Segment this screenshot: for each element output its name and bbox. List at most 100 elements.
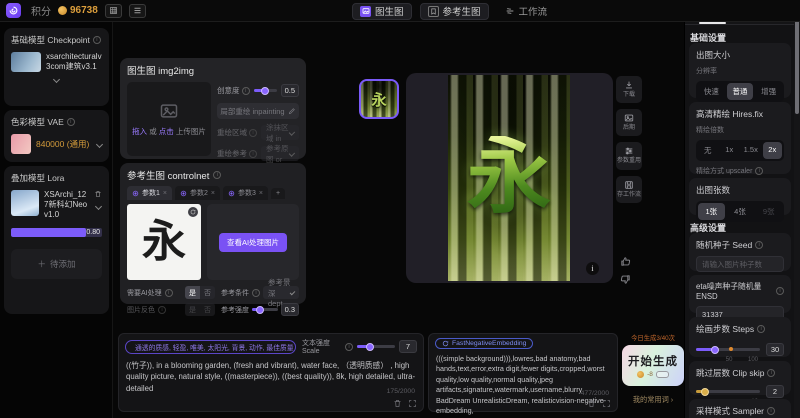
- redraw-area-select[interactable]: 涂抹区域 in: [261, 125, 299, 140]
- image-info-icon[interactable]: i: [586, 262, 599, 275]
- hires-none[interactable]: 无: [698, 142, 718, 159]
- download-button[interactable]: 下载: [616, 76, 642, 103]
- dropzone-click-label[interactable]: 点击: [159, 127, 174, 136]
- vae-thumbnail: [11, 134, 31, 154]
- controlnet-tab-2[interactable]: 参数2×: [175, 186, 220, 200]
- checkpoint-card[interactable]: 基础模型 Checkpoint xsarchitecturalv3com建筑v3…: [4, 28, 109, 106]
- favorite-prompts-link[interactable]: 我的常用词 ›: [622, 395, 684, 405]
- positive-prompt-text[interactable]: ((竹子)), in a blooming garden, (fresh and…: [119, 355, 423, 399]
- steps-card: 绘画步数 Steps 30 50 100: [689, 317, 791, 357]
- hires-2x[interactable]: 2x: [763, 142, 783, 159]
- sliders-icon: [624, 146, 634, 156]
- add-lora-label: 待添加: [50, 258, 76, 270]
- expand-icon[interactable]: [602, 399, 611, 408]
- ref-strength-value: 0.3: [281, 303, 299, 316]
- creativity-value: 0.5: [281, 84, 299, 97]
- info-icon: [767, 369, 775, 377]
- info-icon: [158, 306, 166, 314]
- hires-1x[interactable]: 1x: [720, 142, 740, 159]
- ref-strength-slider[interactable]: [252, 308, 278, 311]
- invert-toggle[interactable]: 是否: [185, 303, 215, 316]
- sampler-card: 采样模式 Sampler 适合多种绘画模式，最: [689, 399, 791, 418]
- chevron-down-icon[interactable]: [96, 140, 103, 147]
- image-upload-dropzone[interactable]: 拖入 或 点击 上传图片: [127, 82, 211, 156]
- tab-img2img[interactable]: 图生图: [352, 3, 412, 20]
- pencil-icon: [288, 107, 296, 115]
- close-icon[interactable]: ×: [259, 190, 263, 197]
- positive-prompt-box: 通透的质感, 轻盈, 唯美, 太阳光, 背景, 动作, 最佳质量 文本强度 Sc…: [118, 333, 424, 412]
- expand-icon[interactable]: [408, 399, 417, 408]
- image-count-segment: 1张 4张 9张: [696, 201, 784, 222]
- reuse-params-button[interactable]: 参数重用: [616, 142, 642, 169]
- menu-icon[interactable]: [129, 4, 146, 18]
- trash-icon[interactable]: [587, 399, 596, 408]
- lora-weight-slider[interactable]: 0.80: [11, 228, 102, 237]
- close-icon[interactable]: ×: [211, 190, 215, 197]
- cfg-scale-slider[interactable]: [357, 345, 395, 348]
- controlnet-tab-3[interactable]: 参数3×: [223, 186, 268, 200]
- inpainting-button[interactable]: 局部重绘 inpainting: [217, 103, 299, 119]
- creativity-slider[interactable]: [254, 89, 277, 92]
- save-workflow-button[interactable]: 存工作流: [616, 176, 642, 203]
- controlnet-tab-add[interactable]: +: [271, 188, 285, 199]
- page-scrollbar[interactable]: [794, 0, 800, 418]
- ref-condition-select[interactable]: 参考景深 dept: [263, 286, 299, 299]
- chevron-down-icon[interactable]: [94, 203, 101, 210]
- yes-option[interactable]: 是: [185, 286, 200, 299]
- resolution-normal[interactable]: 普通: [727, 83, 754, 100]
- no-option[interactable]: 否: [200, 286, 215, 299]
- steps-slider[interactable]: [696, 348, 760, 351]
- seed-input[interactable]: [696, 256, 784, 272]
- grid-view-icon[interactable]: [105, 4, 122, 18]
- thumbs-down-icon[interactable]: [620, 274, 631, 285]
- controlnet-tab-1[interactable]: 参数1×: [127, 186, 172, 200]
- ai-process-toggle[interactable]: 是否: [185, 286, 215, 299]
- add-lora-button[interactable]: ＋ 待添加: [11, 249, 102, 279]
- cfg-scale-knob[interactable]: [366, 343, 374, 351]
- chevron-down-icon[interactable]: [53, 76, 60, 83]
- checkpoint-thumbnail: [11, 52, 41, 72]
- lora-card[interactable]: 叠加模型 Lora XSArchi_127新科幻Neov1.0 0.80 ＋ 待…: [4, 166, 109, 314]
- generated-image[interactable]: 永: [448, 75, 570, 281]
- coin-icon: [637, 371, 644, 378]
- prompt-suggestion-pill[interactable]: 通透的质感, 轻盈, 唯美, 太阳光, 背景, 动作, 最佳质量: [125, 340, 296, 354]
- image-edit-icon: [624, 113, 634, 123]
- trash-icon[interactable]: [94, 190, 102, 198]
- redraw-ref-select[interactable]: 参考原图 or: [261, 146, 299, 161]
- ref-strength-knob[interactable]: [256, 306, 264, 314]
- clip-skip-knob[interactable]: [701, 388, 709, 396]
- download-label: 下载: [623, 92, 635, 99]
- chevron-down-icon: [289, 129, 295, 135]
- generate-button[interactable]: 开始生成 -8: [622, 345, 684, 386]
- close-icon[interactable]: ×: [163, 190, 167, 197]
- vae-card[interactable]: 色彩模型 VAE 840000 (通用): [4, 110, 109, 162]
- thumbs-up-icon[interactable]: [620, 256, 631, 267]
- app-logo-icon[interactable]: [6, 3, 21, 18]
- tab-workflow[interactable]: 工作流: [497, 3, 556, 20]
- negative-embedding-pill[interactable]: FastNegativeEmbedding: [435, 338, 533, 349]
- count-1[interactable]: 1张: [698, 203, 725, 220]
- view-ai-image-button[interactable]: 查看AI处理图片: [219, 233, 287, 252]
- hires-15x[interactable]: 1.5x: [741, 142, 761, 159]
- no-option[interactable]: 否: [200, 303, 215, 316]
- refresh-icon[interactable]: [188, 207, 198, 217]
- controlnet-reference-image[interactable]: 永: [127, 204, 201, 280]
- resolution-fast[interactable]: 快速: [698, 83, 725, 100]
- target-icon: [180, 190, 187, 197]
- tab-reference[interactable]: 参考生图: [420, 3, 489, 20]
- negative-prompt-actions: [587, 399, 611, 408]
- inpainting-label: 局部重绘 inpainting: [220, 106, 284, 117]
- post-edit-button[interactable]: 后期: [616, 109, 642, 136]
- trash-icon[interactable]: [393, 399, 402, 408]
- generated-glyph: 永: [467, 136, 551, 220]
- steps-recommended-dot: [729, 347, 733, 351]
- lora-thumbnail: [11, 190, 39, 216]
- resolution-label: 分辨率: [696, 66, 784, 76]
- count-4[interactable]: 4张: [727, 203, 754, 220]
- clip-skip-slider[interactable]: [696, 390, 760, 393]
- yes-option[interactable]: 是: [185, 303, 200, 316]
- creativity-knob[interactable]: [261, 87, 269, 95]
- result-thumbnail[interactable]: 永: [359, 79, 399, 119]
- resolution-enhanced[interactable]: 增强: [755, 83, 782, 100]
- steps-knob[interactable]: [711, 346, 719, 354]
